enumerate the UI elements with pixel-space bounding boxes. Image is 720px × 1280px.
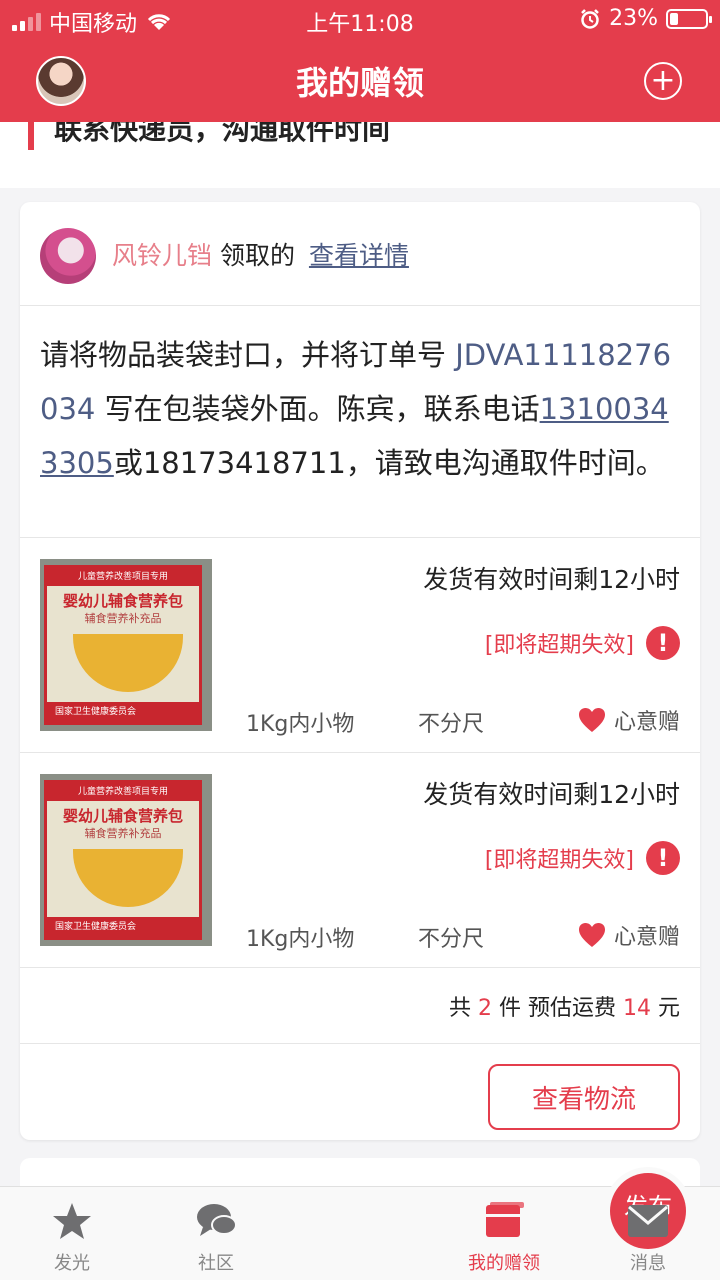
tab-faguang[interactable]: 发光 xyxy=(0,1187,144,1280)
tab-label: 社区 xyxy=(198,1253,234,1274)
product-band-bottom: 国家卫生健康委员会 xyxy=(47,702,199,722)
item-type: 心意赠 xyxy=(578,919,680,951)
view-logistics-button[interactable]: 查看物流 xyxy=(488,1064,680,1130)
item-fit: 不分尺 xyxy=(418,927,485,952)
item-size: 1Kg内小物 xyxy=(246,712,355,737)
tab-publish[interactable]: 发布 xyxy=(288,1173,686,1280)
item-type: 心意赠 xyxy=(578,704,680,736)
remaining-time: 发货有效时间剩12小时 xyxy=(423,780,680,809)
product-bowl-graphic xyxy=(73,849,183,907)
gift-item[interactable]: 儿童营养改善项目专用 婴幼儿辅食营养包 辅食营养补充品 国家卫生健康委员会 发货… xyxy=(20,753,700,968)
summary-line: 共 2 件 预估运费 14 元 xyxy=(449,990,680,1022)
product-subtitle: 辅食营养补充品 xyxy=(84,827,162,840)
gift-item[interactable]: 儿童营养改善项目专用 婴幼儿辅食营养包 辅食营养补充品 国家卫生健康委员会 发货… xyxy=(20,538,700,753)
plus-icon: + xyxy=(650,63,676,98)
nav-bar: 我的赠领 + xyxy=(0,38,720,122)
battery-icon xyxy=(666,8,712,29)
notice-text-3: 或18173418711，请致电沟通取件时间。 xyxy=(113,446,665,480)
tab-messages[interactable]: 消息 xyxy=(576,1187,720,1280)
add-button[interactable]: + xyxy=(644,62,682,100)
item-count: 2 xyxy=(477,996,492,1021)
warning-icon: ! xyxy=(646,626,680,660)
shipping-notice: 请将物品装袋封口，并将订单号 JDVA11118276034 写在包装袋外面。陈… xyxy=(20,306,700,538)
product-band-top: 儿童营养改善项目专用 xyxy=(47,783,199,801)
status-bar: 中国移动 上午11:08 23% xyxy=(0,0,720,38)
heart-icon xyxy=(578,923,605,947)
order-summary: 共 2 件 预估运费 14 元 xyxy=(20,968,700,1044)
summary-suffix: 元 xyxy=(657,996,680,1021)
battery-percent: 23% xyxy=(609,6,658,31)
card-header: 风铃儿铛 领取的 查看详情 xyxy=(20,202,700,306)
mail-icon xyxy=(628,1205,668,1237)
summary-middle: 件 预估运费 xyxy=(498,996,616,1021)
expire-text: [即将超期失效] xyxy=(484,633,634,658)
item-fit: 不分尺 xyxy=(418,712,485,737)
scroll-content[interactable]: 联系快递员，沟通取件时间 风铃儿铛 领取的 查看详情 请将物品装袋封口，并将订单… xyxy=(0,122,720,1186)
product-bowl-graphic xyxy=(73,634,183,692)
user-avatar[interactable] xyxy=(40,228,96,284)
accent-bar xyxy=(28,122,34,150)
alarm-icon xyxy=(581,8,599,29)
previous-card-text: 联系快递员，沟通取件时间 xyxy=(54,122,391,146)
top-bar: 中国移动 上午11:08 23% 我的赠领 + xyxy=(0,0,720,122)
tab-community[interactable]: 社区 xyxy=(144,1187,288,1280)
expire-text: [即将超期失效] xyxy=(484,848,634,873)
product-image: 儿童营养改善项目专用 婴幼儿辅食营养包 辅食营养补充品 国家卫生健康委员会 xyxy=(40,559,212,731)
page-title: 我的赠领 xyxy=(295,64,424,102)
product-image: 儿童营养改善项目专用 婴幼儿辅食营养包 辅食营养补充品 国家卫生健康委员会 xyxy=(40,774,212,946)
remaining-time: 发货有效时间剩12小时 xyxy=(423,565,680,594)
notice-text-2: 写在包装袋外面。陈宾，联系电话 xyxy=(95,392,540,426)
tab-bar: 发光 社区 发布 我的赠领 消息 xyxy=(0,1173,720,1280)
tab-label: 我的赠领 xyxy=(468,1253,540,1274)
expire-warning: [即将超期失效] ! xyxy=(485,626,680,660)
tab-label: 发光 xyxy=(54,1253,90,1274)
item-size: 1Kg内小物 xyxy=(246,927,355,952)
view-detail-link[interactable]: 查看详情 xyxy=(309,241,409,270)
card-actions: 查看物流 xyxy=(20,1044,700,1139)
card-header-line: 风铃儿铛 领取的 查看详情 xyxy=(112,236,409,272)
product-band-top: 儿童营养改善项目专用 xyxy=(47,568,199,586)
summary-prefix: 共 xyxy=(448,996,471,1021)
tab-my-gifts[interactable]: 我的赠领 xyxy=(432,1187,576,1280)
gift-card: 风铃儿铛 领取的 查看详情 请将物品装袋封口，并将订单号 JDVA1111827… xyxy=(20,202,700,1140)
warning-icon: ! xyxy=(646,841,680,875)
expire-warning: [即将超期失效] ! xyxy=(485,841,680,875)
notice-text-1: 请将物品装袋封口，并将订单号 xyxy=(40,338,456,372)
item-type-label: 心意赠 xyxy=(613,710,680,735)
heart-icon xyxy=(578,708,605,732)
product-subtitle: 辅食营养补充品 xyxy=(84,612,162,625)
product-title: 婴幼儿辅食营养包 xyxy=(62,807,183,825)
product-band-bottom: 国家卫生健康委员会 xyxy=(47,917,199,937)
chat-bubbles-icon xyxy=(197,1204,237,1236)
shipping-fee: 14 xyxy=(622,996,651,1021)
gift-box-icon xyxy=(486,1202,524,1237)
item-type-label: 心意赠 xyxy=(613,925,680,950)
next-card-peek xyxy=(20,1158,700,1186)
status-right: 23% xyxy=(579,6,712,31)
previous-card-snippet: 联系快递员，沟通取件时间 xyxy=(0,122,720,188)
action-text: 领取的 xyxy=(219,241,295,270)
product-title: 婴幼儿辅食营养包 xyxy=(62,592,183,610)
star-icon xyxy=(53,1203,91,1239)
battery-fill xyxy=(670,12,678,25)
user-name[interactable]: 风铃儿铛 xyxy=(112,241,212,270)
tab-label: 消息 xyxy=(630,1253,666,1274)
